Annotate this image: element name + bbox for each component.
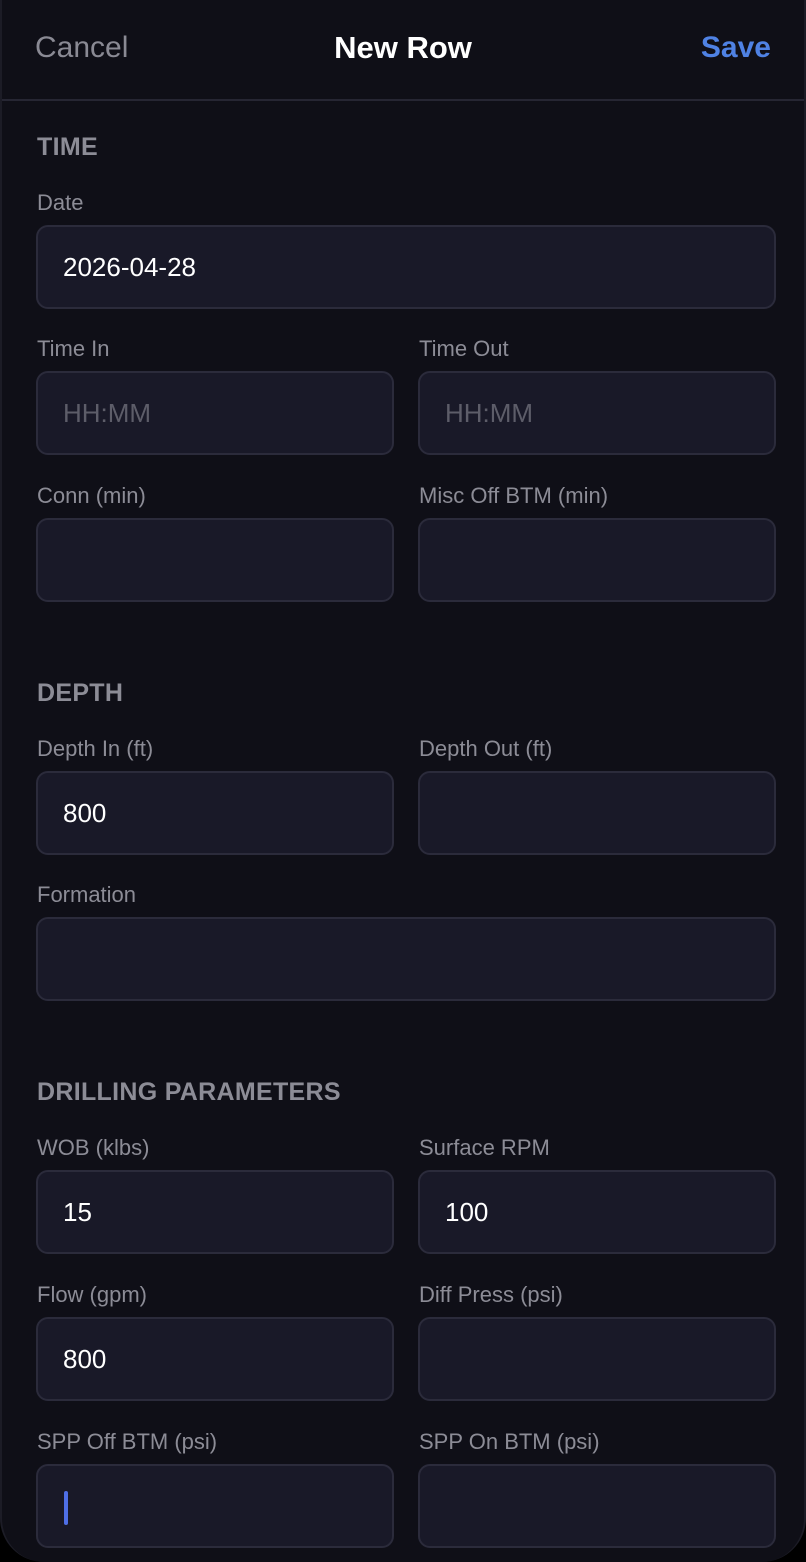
flow-field[interactable]: 800 — [36, 1317, 394, 1401]
spp-off-btm-field[interactable] — [36, 1464, 394, 1548]
formation-label: Formation — [37, 882, 137, 907]
time-in-label: Time In — [37, 336, 110, 361]
spp-off-btm-label: SPP Off BTM (psi) — [37, 1429, 218, 1454]
formation-field[interactable] — [36, 917, 776, 1001]
text-cursor — [64, 1491, 68, 1525]
surface-rpm-label: Surface RPM — [419, 1135, 550, 1160]
conn-label: Conn (min) — [37, 483, 146, 508]
depth-out-field[interactable] — [418, 771, 776, 855]
date-label: Date — [37, 190, 84, 215]
spp-on-btm-label: SPP On BTM (psi) — [419, 1429, 600, 1454]
flow-label: Flow (gpm) — [37, 1282, 148, 1307]
time-out-field[interactable]: HH:MM — [418, 371, 776, 455]
save-button[interactable]: Save — [701, 28, 771, 68]
page-title: New Row — [334, 30, 472, 65]
conn-field[interactable] — [36, 518, 394, 602]
navigation-bar: Cancel New Row Save — [2, 0, 804, 101]
depth-in-label: Depth In (ft) — [37, 736, 154, 761]
section-title-drilling-parameters: DRILLING PARAMETERS — [37, 1078, 341, 1106]
spp-on-btm-field[interactable] — [418, 1464, 776, 1548]
time-out-label: Time Out — [419, 336, 509, 361]
date-field[interactable]: 2026-04-28 — [36, 225, 776, 309]
new-row-sheet: Cancel New Row Save TIME Date 2026-04-28… — [0, 0, 806, 1562]
wob-label: WOB (klbs) — [37, 1135, 150, 1160]
diff-press-field[interactable] — [418, 1317, 776, 1401]
wob-field[interactable]: 15 — [36, 1170, 394, 1254]
diff-press-label: Diff Press (psi) — [419, 1282, 563, 1307]
section-title-time: TIME — [37, 133, 98, 161]
section-title-depth: DEPTH — [37, 679, 124, 707]
depth-in-field[interactable]: 800 — [36, 771, 394, 855]
misc-off-btm-field[interactable] — [418, 518, 776, 602]
time-in-field[interactable]: HH:MM — [36, 371, 394, 455]
misc-off-btm-label: Misc Off BTM (min) — [419, 483, 609, 508]
depth-out-label: Depth Out (ft) — [419, 736, 553, 761]
surface-rpm-field[interactable]: 100 — [418, 1170, 776, 1254]
